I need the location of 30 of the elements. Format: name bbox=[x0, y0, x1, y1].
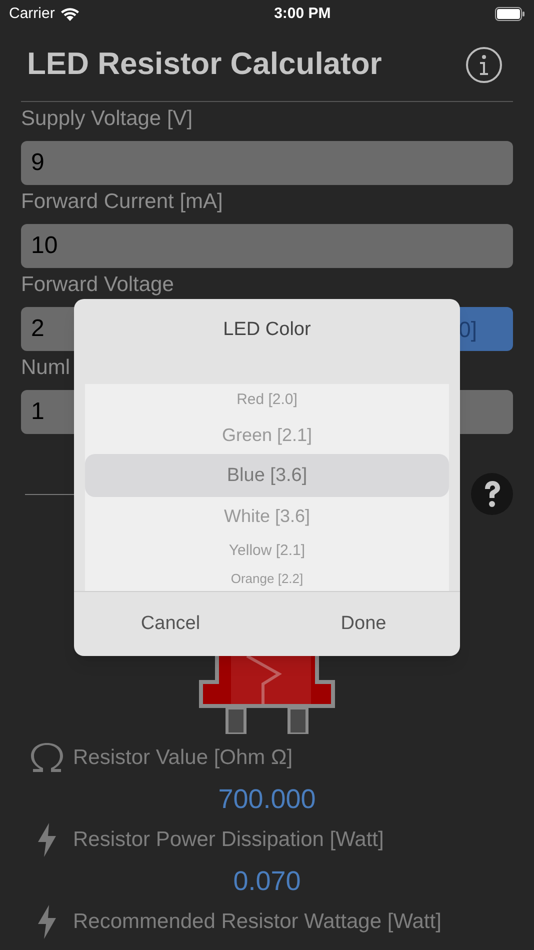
dialog-button[interactable]: Cancel bbox=[74, 592, 267, 656]
lightning-bolt-icon bbox=[36, 823, 58, 857]
picker-option[interactable]: Orange [2.2] bbox=[85, 567, 449, 590]
help-icon[interactable] bbox=[471, 473, 513, 515]
picker-option[interactable]: White [3.6] bbox=[85, 497, 449, 536]
omega-icon bbox=[30, 743, 64, 773]
result-value: 0.070 bbox=[233, 864, 301, 898]
field-label: Forward Current [mA] bbox=[21, 189, 224, 215]
dialog-button[interactable]: Done bbox=[267, 592, 460, 656]
wifi-icon bbox=[60, 6, 80, 22]
status-time: 3:00 PM bbox=[273, 4, 331, 24]
result-label: Resistor Power Dissipation [Watt] bbox=[73, 827, 384, 854]
picker-option[interactable]: Blue [3.6] bbox=[85, 454, 449, 498]
field-label: Forward Voltage bbox=[21, 272, 175, 298]
result-label: Resistor Value [Ohm Ω] bbox=[73, 745, 293, 772]
field-label: Numl bbox=[21, 355, 72, 381]
picker-option[interactable]: Yellow [2.1] bbox=[85, 535, 449, 568]
app-title: LED Resistor Calculator bbox=[26, 45, 382, 84]
picker-option[interactable]: Green [2.1] bbox=[85, 416, 449, 454]
info-icon[interactable] bbox=[465, 46, 503, 84]
input-field[interactable]: 9 bbox=[21, 141, 513, 185]
picker-option[interactable]: Red [2.0] bbox=[85, 384, 449, 416]
lightning-bolt-icon bbox=[36, 905, 58, 939]
result-label: Recommended Resistor Wattage [Watt] bbox=[73, 909, 442, 936]
result-value: 700.000 bbox=[218, 782, 316, 816]
field-label: Supply Voltage [V] bbox=[21, 106, 194, 132]
battery-icon bbox=[494, 7, 525, 21]
dialog-title: LED Color bbox=[223, 318, 311, 342]
input-field[interactable]: 10 bbox=[21, 224, 513, 268]
carrier-label: Carrier bbox=[9, 4, 55, 24]
